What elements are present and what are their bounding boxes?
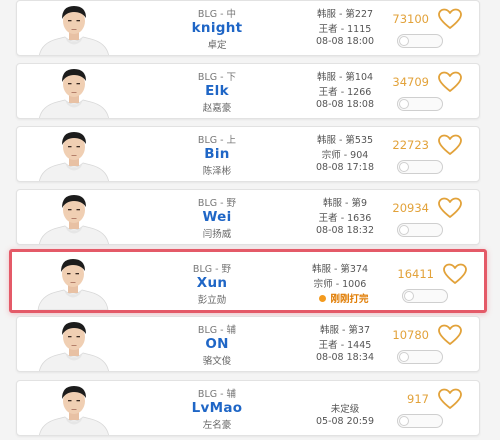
player-name-link[interactable]: Wei — [137, 209, 297, 225]
team-position: BLG - 野 — [192, 264, 232, 275]
player-real-name: 陈泽彬 — [202, 166, 232, 177]
orange-dot-icon — [319, 295, 327, 302]
player-avatar — [35, 381, 113, 435]
player-avatar — [35, 317, 113, 371]
status-text: 刚刚打完 — [330, 294, 369, 305]
notify-toggle[interactable] — [397, 34, 443, 48]
last-game-time: 08-08 18:32 — [315, 225, 374, 236]
heart-outline-icon[interactable] — [437, 197, 463, 219]
last-game-time: 08-08 18:34 — [315, 352, 374, 363]
notify-toggle[interactable] — [397, 350, 443, 364]
like-count: 73100 — [392, 12, 429, 26]
like-count: 917 — [407, 392, 429, 406]
like-count: 16411 — [397, 267, 434, 281]
game-status: 刚刚打完 — [294, 291, 394, 305]
player-real-name: 闫扬威 — [202, 229, 232, 240]
team-position: BLG - 下 — [197, 72, 237, 83]
heart-outline-icon[interactable] — [437, 324, 463, 346]
heart-outline-icon[interactable] — [442, 263, 468, 285]
like-count: 34709 — [392, 75, 429, 89]
team-position: BLG - 辅 — [197, 325, 237, 336]
player-avatar — [35, 1, 113, 55]
heart-outline-icon[interactable] — [437, 134, 463, 156]
player-card[interactable]: BLG - 野 Xun 彭立勋 韩服 - 第374 宗师 - 1006 刚刚打完 16411 — [9, 249, 487, 313]
heart-outline-icon[interactable] — [437, 388, 463, 410]
last-game-time: 08-08 18:00 — [315, 36, 374, 47]
player-card[interactable]: BLG - 野 Wei 闫扬威 韩服 - 第9 王者 - 1636 08-08 18:32… — [16, 189, 480, 245]
player-name-link[interactable]: ON — [137, 336, 297, 352]
player-avatar — [34, 254, 112, 310]
toggle-knob — [399, 36, 409, 46]
toggle-knob — [399, 352, 409, 362]
player-card[interactable]: BLG - 下 Elk 赵嘉豪 韩服 - 第104 王者 - 1266 08-08 18:… — [16, 63, 480, 119]
toggle-knob — [399, 99, 409, 109]
like-count: 10780 — [392, 328, 429, 342]
toggle-knob — [399, 416, 409, 426]
player-name-link[interactable]: knight — [137, 20, 297, 36]
like-count: 20934 — [392, 201, 429, 215]
player-card[interactable]: BLG - 中 knight 卓定 韩服 - 第227 王者 - 1115 08-08 1… — [16, 0, 480, 56]
heart-outline-icon[interactable] — [437, 71, 463, 93]
last-game-time: 08-08 17:18 — [315, 162, 374, 173]
player-real-name: 骆文俊 — [202, 356, 232, 367]
player-card[interactable]: BLG - 辅 LvMao 左名豪 未定级 05-08 20:59 917 — [16, 380, 480, 436]
player-real-name: 左名豪 — [202, 420, 232, 431]
notify-toggle[interactable] — [397, 414, 443, 428]
notify-toggle[interactable] — [397, 97, 443, 111]
player-list: BLG - 中 knight 卓定 韩服 - 第227 王者 - 1115 08-08 1… — [0, 0, 500, 440]
player-card[interactable]: BLG - 上 Bin 陈泽彬 韩服 - 第535 宗师 - 904 08-08 17:1… — [16, 126, 480, 182]
player-name-link[interactable]: Elk — [137, 83, 297, 99]
player-avatar — [35, 127, 113, 181]
notify-toggle[interactable] — [397, 160, 443, 174]
player-real-name: 卓定 — [207, 40, 227, 51]
notify-toggle[interactable] — [397, 223, 443, 237]
toggle-knob — [399, 162, 409, 172]
player-avatar — [35, 64, 113, 118]
notify-toggle[interactable] — [402, 289, 448, 303]
heart-outline-icon[interactable] — [437, 8, 463, 30]
last-game-time: 05-08 20:59 — [315, 416, 374, 427]
player-name-link[interactable]: Bin — [137, 146, 297, 162]
team-position: BLG - 野 — [197, 198, 237, 209]
player-card[interactable]: BLG - 辅 ON 骆文俊 韩服 - 第37 王者 - 1445 08-08 18:34… — [16, 316, 480, 372]
player-avatar — [35, 190, 113, 244]
toggle-knob — [404, 291, 414, 301]
player-name-link[interactable]: LvMao — [137, 400, 297, 416]
player-real-name: 彭立勋 — [197, 295, 227, 306]
team-position: BLG - 辅 — [197, 389, 237, 400]
last-game-time: 08-08 18:08 — [315, 99, 374, 110]
toggle-knob — [399, 225, 409, 235]
player-name-link[interactable]: Xun — [132, 275, 292, 291]
team-position: BLG - 上 — [197, 135, 237, 146]
team-position: BLG - 中 — [197, 9, 237, 20]
like-count: 22723 — [392, 138, 429, 152]
player-real-name: 赵嘉豪 — [202, 103, 232, 114]
